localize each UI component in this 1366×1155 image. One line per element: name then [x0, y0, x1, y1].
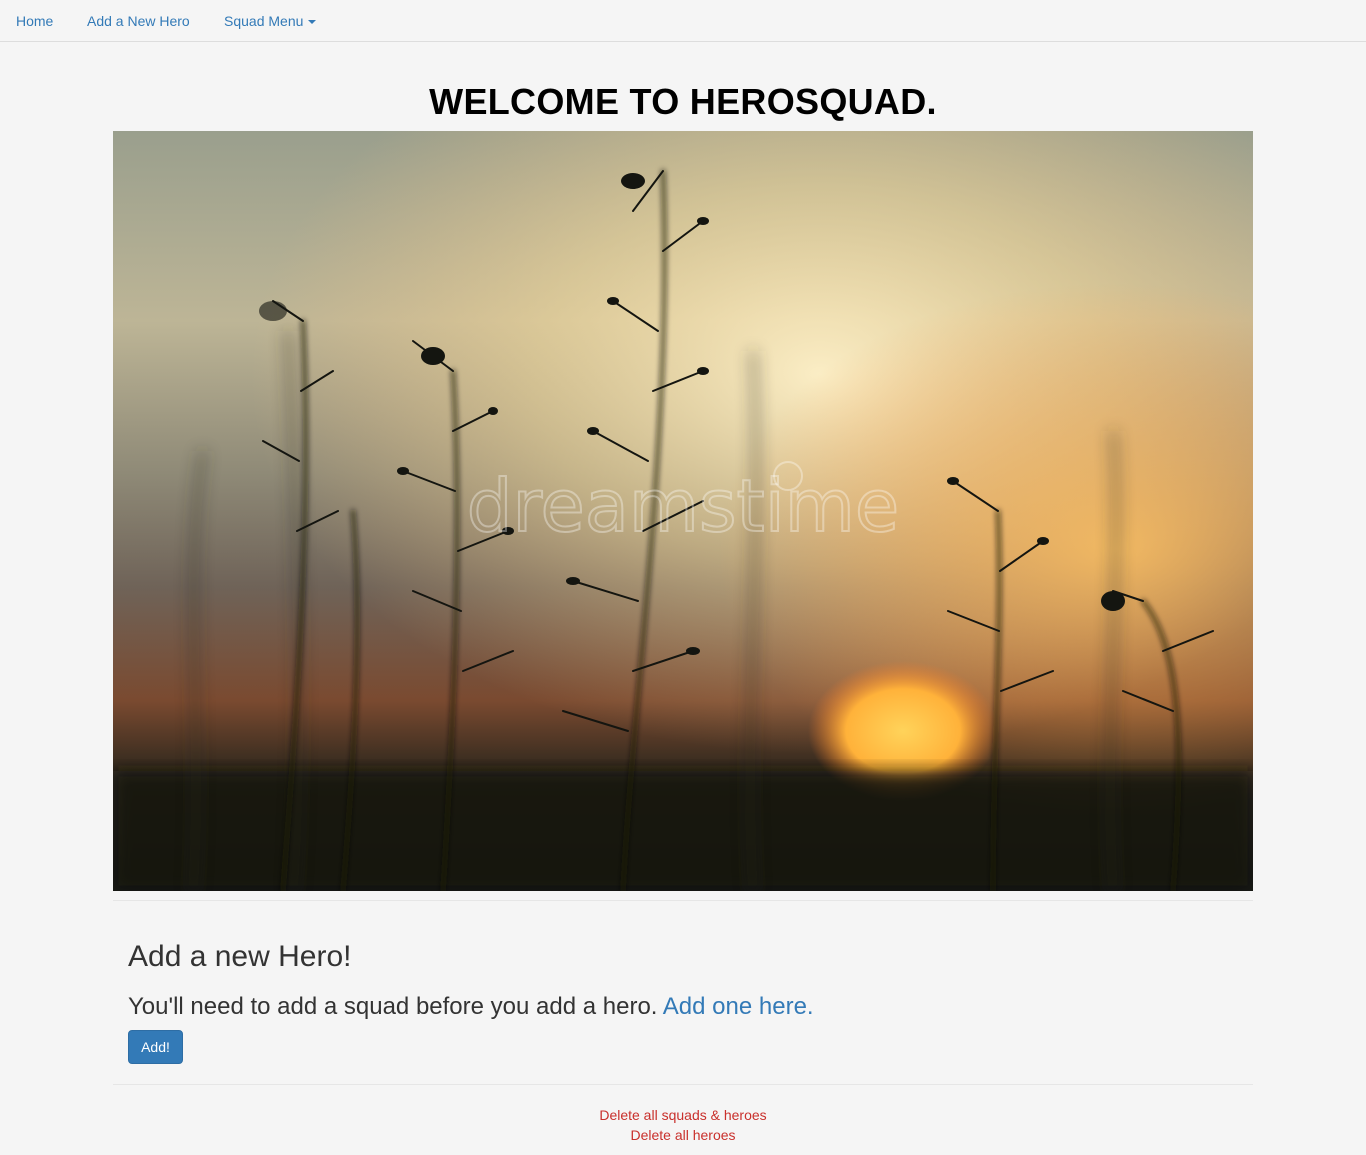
notice-text: You'll need to add a squad before you ad…	[128, 993, 663, 1020]
hero-image: dreamstime	[113, 131, 1253, 891]
squad-menu-label: Squad Menu	[224, 13, 304, 29]
nav-home-link[interactable]: Home	[16, 12, 53, 30]
sunset-field-photo: dreamstime	[113, 131, 1253, 891]
watermark-text: dreamstime	[467, 464, 899, 548]
delete-all-heroes-link[interactable]: Delete all heroes	[0, 1125, 1366, 1145]
add-squad-notice: You'll need to add a squad before you ad…	[128, 992, 814, 1022]
nav-add-hero-link[interactable]: Add a New Hero	[87, 12, 190, 30]
add-hero-heading: Add a new Hero!	[128, 940, 352, 973]
add-squad-link[interactable]: Add one here.	[663, 993, 814, 1020]
navbar: Home Add a New Hero Squad Menu	[0, 0, 1366, 42]
add-button[interactable]: Add!	[128, 1030, 183, 1064]
delete-all-squads-heroes-link[interactable]: Delete all squads & heroes	[0, 1105, 1366, 1125]
page-title: WELCOME TO HEROSQUAD.	[429, 81, 937, 122]
caret-down-icon	[308, 20, 317, 25]
nav-squad-menu-dropdown[interactable]: Squad Menu	[224, 12, 317, 30]
divider-top	[113, 900, 1253, 901]
divider-bottom	[113, 1084, 1253, 1085]
